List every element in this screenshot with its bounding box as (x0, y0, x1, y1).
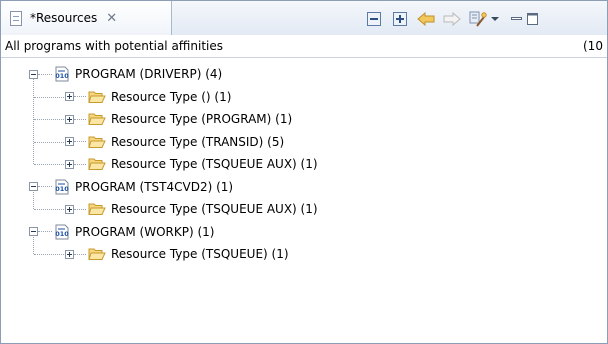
tree-guide-line (33, 191, 34, 209)
tree-connector (74, 253, 86, 255)
folder-icon (86, 157, 106, 171)
collapse-toggle-icon[interactable] (29, 227, 38, 236)
folder-icon (86, 90, 106, 104)
maximize-icon[interactable] (526, 9, 538, 29)
minimize-icon[interactable] (510, 9, 522, 29)
collapse-toggle-icon[interactable] (29, 182, 38, 191)
view-description-bar: All programs with potential affinities (… (1, 35, 607, 58)
document-icon (10, 10, 22, 26)
folder-icon (86, 202, 106, 216)
tab-title: *Resources (30, 11, 98, 25)
program-binary-icon: 010 (52, 179, 70, 195)
tree-item-program[interactable]: 010 PROGRAM (DRIVERP) (4) (29, 63, 222, 85)
program-label: PROGRAM (DRIVERP) (4) (75, 67, 223, 81)
folder-icon (86, 112, 106, 126)
back-arrow-icon[interactable] (416, 9, 436, 29)
expand-toggle-icon[interactable] (65, 114, 74, 124)
description-count: (10 (583, 39, 603, 53)
tree-connector (38, 231, 52, 232)
tree-guide-line (33, 79, 34, 164)
folder-icon (86, 135, 106, 149)
tree-item-resource-type[interactable]: Resource Type (PROGRAM) (1) (65, 108, 292, 130)
tree-branch-line (34, 96, 64, 98)
tree-item-program[interactable]: 010 PROGRAM (TST4CVD2) (1) (29, 176, 233, 198)
tree-connector (74, 163, 86, 165)
resource-type-label: Resource Type (TSQUEUE AUX) (1) (111, 157, 318, 171)
tree-branch-line (34, 164, 64, 165)
affinity-tree: 010 PROGRAM (DRIVERP) (4) Resource Type ()… (1, 58, 607, 343)
resource-type-label: Resource Type (TRANSID) (5) (111, 134, 285, 149)
view-tab-bar: *Resources ✕ (1, 1, 607, 36)
resources-view: *Resources ✕ All programs with potential… (0, 0, 608, 344)
resource-type-label: Resource Type (TSQUEUE AUX) (1) (111, 202, 318, 216)
tree-connector (74, 141, 86, 142)
description-label: All programs with potential affinities (5, 39, 224, 53)
program-label: PROGRAM (TST4CVD2) (1) (75, 179, 234, 194)
tree-connector (74, 118, 86, 120)
program-label: PROGRAM (WORKP) (1) (75, 224, 215, 239)
tree-item-resource-type[interactable]: Resource Type (TSQUEUE) (1) (65, 243, 289, 265)
tree-item-program[interactable]: 010 PROGRAM (WORKP) (1) (29, 221, 214, 243)
resource-type-label: Resource Type (PROGRAM) (1) (111, 112, 293, 126)
view-menu-chevron-icon[interactable] (490, 9, 500, 29)
expand-toggle-icon[interactable] (65, 92, 74, 101)
expand-toggle-icon[interactable] (65, 249, 74, 259)
tree-branch-line (34, 119, 64, 120)
view-toolbar (364, 9, 538, 29)
program-binary-icon: 010 (52, 66, 70, 82)
tree-connector (74, 96, 86, 97)
program-binary-icon: 010 (52, 224, 70, 240)
tree-branch-line (34, 141, 64, 143)
expand-toggle-icon[interactable] (65, 159, 74, 169)
tree-item-resource-type[interactable]: Resource Type (TRANSID) (5) (65, 131, 284, 153)
tree-branch-line (34, 254, 64, 255)
collapse-all-icon[interactable] (364, 9, 384, 29)
close-icon[interactable]: ✕ (106, 12, 117, 25)
forward-arrow-icon[interactable] (442, 9, 462, 29)
tree-guide-line (33, 236, 34, 254)
expand-all-icon[interactable] (390, 9, 410, 29)
tree-connector (74, 208, 86, 210)
tree-connector (38, 186, 52, 187)
svg-text:010: 010 (55, 230, 69, 238)
expand-toggle-icon[interactable] (65, 204, 74, 214)
tree-connector (38, 73, 52, 75)
expand-toggle-icon[interactable] (65, 137, 74, 146)
resources-tab[interactable]: *Resources ✕ (1, 1, 172, 35)
resource-type-label: Resource Type () (1) (111, 89, 232, 104)
filter-wand-icon[interactable] (468, 9, 488, 29)
collapse-toggle-icon[interactable] (29, 69, 38, 79)
tree-item-resource-type[interactable]: Resource Type (TSQUEUE AUX) (1) (65, 198, 318, 220)
svg-text:010: 010 (55, 185, 69, 193)
folder-icon (86, 247, 106, 261)
resource-type-label: Resource Type (TSQUEUE) (1) (111, 247, 289, 261)
svg-text:010: 010 (55, 72, 69, 80)
tree-item-resource-type[interactable]: Resource Type (TSQUEUE AUX) (1) (65, 153, 318, 175)
tree-item-resource-type[interactable]: Resource Type () (1) (65, 86, 231, 108)
tree-branch-line (34, 209, 64, 210)
